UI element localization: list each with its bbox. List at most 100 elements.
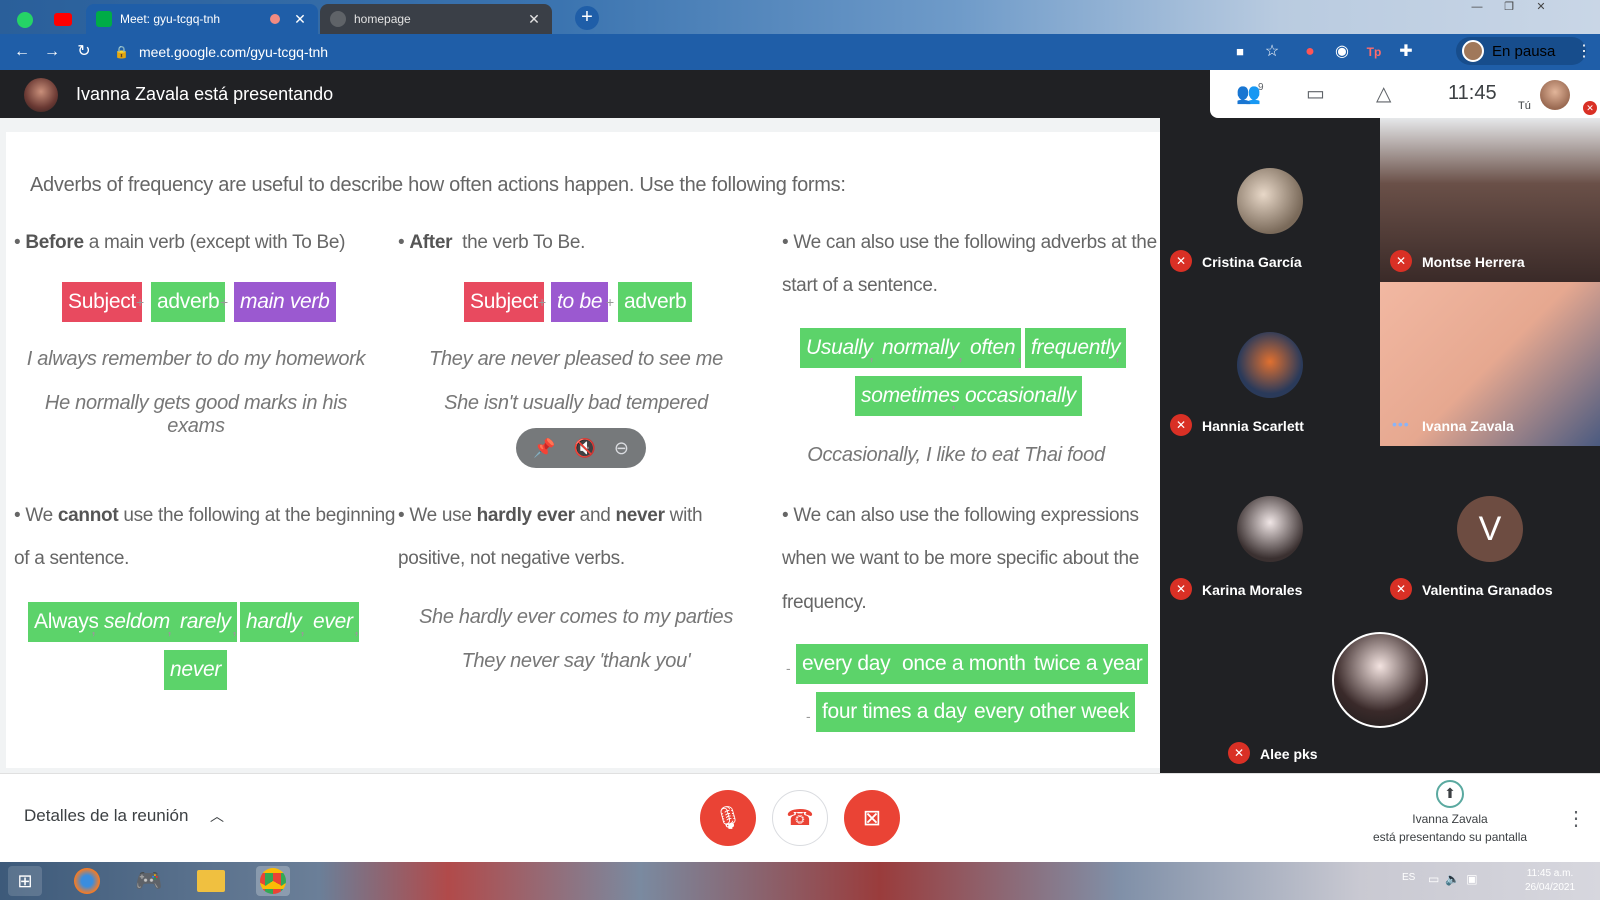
chat-icon[interactable]: ▭ (1306, 84, 1325, 104)
mic-off-icon: ✕ (1170, 250, 1192, 272)
new-tab-button[interactable]: + (575, 6, 599, 30)
game-taskbar-button[interactable]: 🎮 (132, 866, 166, 896)
more-options-icon[interactable]: ⋮ (1566, 806, 1586, 831)
participant-tile[interactable]: ✕ Hannia Scarlett (1160, 282, 1380, 446)
participants-grid: ✕ Cristina García ✕ Montse Herrera ✕ Han… (1160, 118, 1600, 774)
chip-subject: Subject (464, 282, 544, 322)
youtube-pinned-tab[interactable] (46, 5, 80, 34)
whatsapp-pinned-tab[interactable] (8, 5, 42, 34)
participant-tile[interactable]: V ✕ Valentina Granados (1380, 446, 1600, 610)
address-bar[interactable]: 🔒 meet.google.com/gyu-tcgq-tnh (110, 38, 1260, 66)
camera-toggle-button[interactable]: ⊠ (844, 790, 900, 846)
close-window-button[interactable]: ✕ (1526, 0, 1556, 16)
self-avatar[interactable] (1540, 80, 1570, 110)
back-icon[interactable]: ← (12, 42, 32, 62)
lock-icon: 🔒 (114, 45, 129, 59)
opera-extension-icon[interactable]: ● (1300, 42, 1320, 62)
folder-icon (197, 870, 225, 892)
col2-example-1: They are never pleased to see me (429, 348, 723, 370)
chip-to-be: to be (551, 282, 609, 322)
col1-example-2: He normally gets good marks in his exams (44, 392, 348, 437)
google-meet-icon (96, 11, 112, 27)
col1-rest: a main verb (except with To Be) (88, 232, 346, 253)
slide-intro: Adverbs of frequency are useful to descr… (30, 174, 846, 196)
taskbar-clock[interactable]: 11:45 a.m. 26/04/2021 (1515, 867, 1585, 895)
tab-meet[interactable]: Meet: gyu-tcgq-tnh ✕ (86, 4, 318, 34)
mute-speaker-icon[interactable]: 🔇 (573, 438, 595, 459)
col5-bold2: never (615, 505, 665, 526)
chip-every-other-week: every other week (968, 692, 1136, 732)
col2-bold: After (409, 232, 453, 253)
leave-call-button[interactable]: ☎ (772, 790, 828, 846)
col1-heading: • Before a main verb (except with To Be) (14, 232, 346, 253)
comma: , (1115, 344, 1121, 364)
profile-label: En pausa (1492, 42, 1556, 60)
participant-tile[interactable]: ✕ Cristina García (1160, 118, 1380, 282)
chevron-up-icon[interactable]: ︿ (210, 806, 224, 826)
close-tab-icon[interactable]: ✕ (526, 11, 542, 28)
activities-icon[interactable]: △ (1376, 84, 1391, 104)
presenter-avatar (24, 78, 58, 112)
comma: , (167, 618, 173, 638)
plus-sign: + (220, 294, 229, 310)
comma: , (958, 344, 964, 364)
extension-icon[interactable]: ◉ (1332, 42, 1352, 62)
profile-button[interactable]: En pausa (1456, 37, 1586, 65)
whatsapp-icon (17, 11, 33, 28)
tp-extension-icon[interactable]: Tp (1364, 42, 1384, 62)
browser-menu-icon[interactable]: ⋮ (1574, 42, 1594, 62)
restore-window-button[interactable]: ❐ (1494, 0, 1524, 16)
microphone-toggle-button[interactable]: 🎙 (700, 790, 756, 846)
presenter-name: Ivanna Zavala (1412, 812, 1488, 826)
forward-icon[interactable]: → (42, 42, 62, 62)
chip-every-day: every day (796, 644, 897, 684)
self-label: Tú (1518, 100, 1531, 112)
language-indicator[interactable]: ES (1402, 872, 1415, 883)
close-tab-icon[interactable]: ✕ (292, 11, 308, 28)
file-explorer-taskbar-button[interactable] (194, 866, 228, 896)
col6-line2: when we want to be more specific about t… (782, 548, 1140, 569)
participant-tile[interactable]: ✕ Montse Herrera (1380, 118, 1600, 282)
start-button[interactable]: ⊞ (8, 866, 42, 896)
tab-homepage[interactable]: homepage ✕ (320, 4, 552, 34)
chip-adverb: adverb (151, 282, 226, 322)
system-tray[interactable]: ▭🔈▣ (1428, 872, 1484, 886)
dash: - (1018, 660, 1023, 676)
participant-tile[interactable]: ✕ Karina Morales (1160, 446, 1380, 610)
dash: - (886, 660, 891, 676)
volume-icon[interactable]: 🔈 (1445, 872, 1466, 886)
remove-icon[interactable]: ⊖ (614, 438, 629, 459)
camera-off-icon: ⊠ (862, 805, 882, 830)
puzzle-icon[interactable]: ✚ (1396, 42, 1416, 62)
participant-count-badge: 9 (1258, 82, 1264, 93)
participant-name: Montse Herrera (1422, 254, 1525, 270)
chrome-taskbar-button[interactable] (256, 866, 290, 896)
participant-tile-speaking[interactable]: ••• Ivanna Zavala (1380, 282, 1600, 446)
participant-name: Hannia Scarlett (1202, 418, 1304, 434)
comma: , (869, 344, 875, 364)
present-screen-icon[interactable]: ⬆ (1436, 780, 1464, 808)
mic-off-icon: ✕ (1228, 742, 1250, 764)
chip-normally: normally (876, 328, 965, 368)
meeting-details-button[interactable]: Detalles de la reunión (24, 806, 188, 826)
firefox-taskbar-button[interactable] (70, 866, 104, 896)
col2-example-2: She isn't usually bad tempered (444, 392, 708, 414)
globe-icon (330, 11, 346, 27)
bookmark-star-icon[interactable]: ☆ (1262, 42, 1282, 62)
reload-icon[interactable]: ↻ (74, 42, 94, 62)
profile-avatar (1462, 40, 1484, 62)
col4-line1: • We cannot use the following at the beg… (14, 505, 395, 527)
windows-logo-icon: ⊞ (17, 870, 33, 891)
participant-tile[interactable]: ✕ Alee pks (1220, 610, 1540, 774)
minimize-window-button[interactable]: — (1462, 0, 1492, 16)
participant-avatar (1237, 496, 1303, 562)
col1-bold: Before (25, 232, 84, 253)
col5-post: with (669, 505, 703, 526)
mic-off-icon: ✕ (1390, 250, 1412, 272)
chip-sometimes: sometimes (855, 376, 966, 416)
pin-icon[interactable]: 📌 (533, 438, 555, 459)
network-icon[interactable]: ▭ (1428, 872, 1445, 886)
display-icon[interactable]: ▣ (1466, 872, 1483, 886)
camera-icon[interactable]: ■ (1230, 42, 1250, 62)
chip-hardly: hardly (240, 602, 308, 642)
